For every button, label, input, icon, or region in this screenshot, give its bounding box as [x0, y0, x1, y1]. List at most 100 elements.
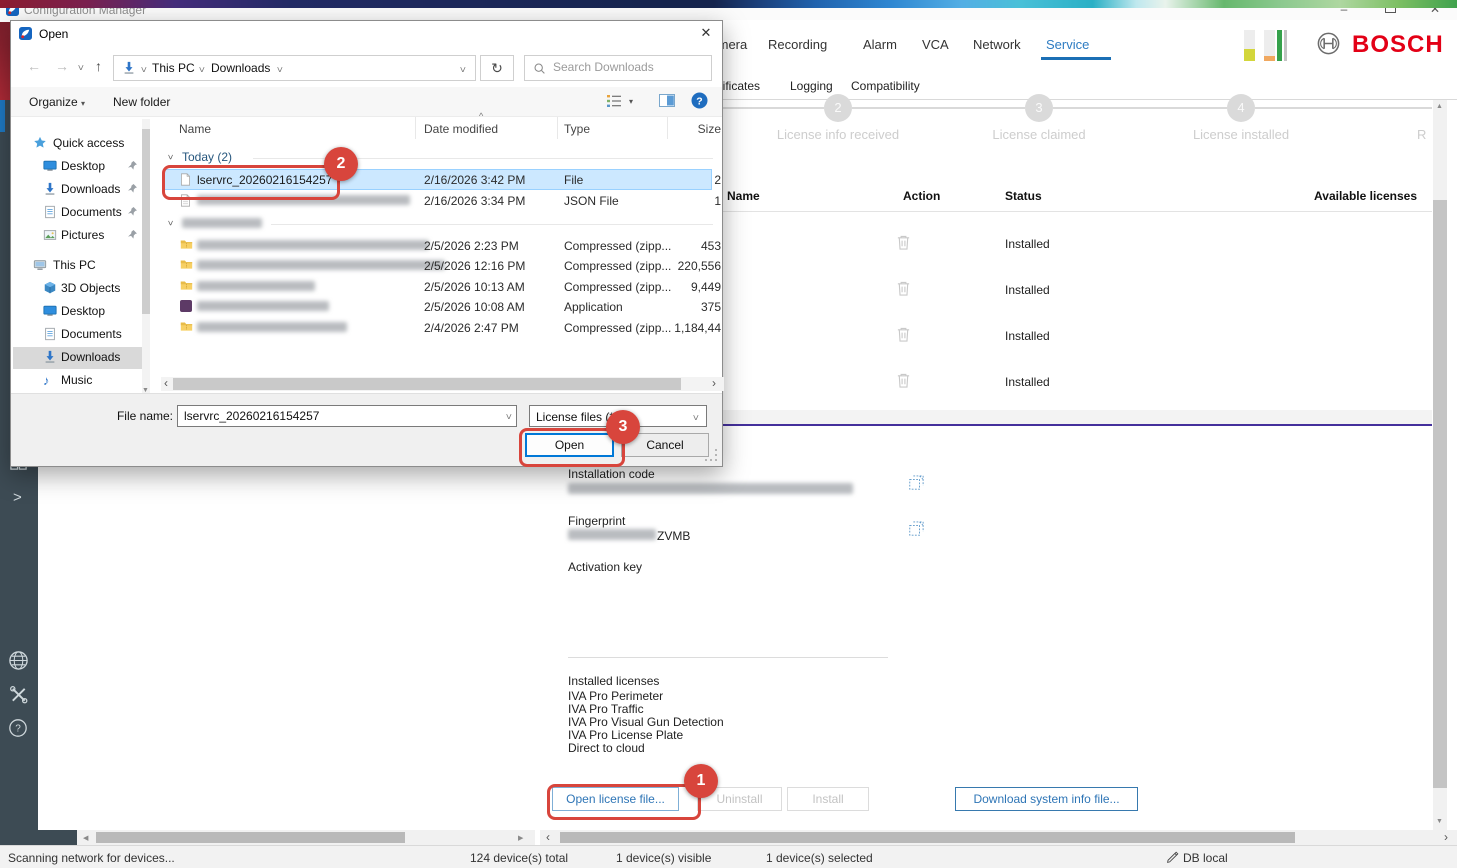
forward-icon[interactable]: → — [55, 58, 69, 74]
left-accent-red — [0, 22, 10, 100]
step-label: License claimed — [929, 127, 1149, 142]
crumb-separator-icon: > — [137, 67, 148, 73]
file-date: 2/16/2026 3:34 PM — [424, 194, 525, 208]
file-col-size[interactable]: Size — [621, 122, 721, 136]
organize-menu[interactable]: Organize ▾ — [29, 95, 85, 109]
column-divider[interactable] — [557, 117, 558, 139]
file-col-name[interactable]: Name — [179, 122, 211, 136]
file-row[interactable]: 2/5/2026 12:16 PM Compressed (zipp... 22… — [161, 255, 724, 276]
subtab-logging[interactable]: Logging — [790, 79, 833, 93]
file-size: 220,556 — [621, 259, 721, 273]
collapse-icon[interactable]: > — [166, 154, 176, 159]
cube-icon — [43, 281, 57, 298]
trash-icon[interactable] — [896, 280, 911, 300]
tab-service[interactable]: Service — [1046, 37, 1089, 52]
sidebar-item-desktop[interactable]: Desktop — [13, 156, 142, 178]
tab-alarm[interactable]: Alarm — [863, 37, 897, 52]
sidebar-item-label: Pictures — [61, 228, 104, 242]
install-button[interactable]: Install — [787, 787, 869, 811]
file-row[interactable]: 2/5/2026 2:23 PM Compressed (zipp... 453 — [161, 235, 724, 256]
tab-recording[interactable]: Recording — [768, 37, 827, 52]
up-icon[interactable]: ↑ — [95, 58, 102, 74]
step-circle-4: 4 — [1227, 94, 1255, 122]
globe-icon[interactable] — [8, 650, 29, 674]
sidebar-item-quick-access[interactable]: Quick access — [13, 133, 142, 155]
trash-icon[interactable] — [896, 234, 911, 254]
left-hscrollbar-thumb[interactable] — [96, 832, 405, 843]
sidebar-item-downloads[interactable]: Downloads — [13, 179, 142, 201]
sidebar-item-documents[interactable]: Documents — [13, 324, 142, 346]
tab-vca[interactable]: VCA — [922, 37, 949, 52]
file-date: 2/5/2026 12:16 PM — [424, 259, 525, 273]
trash-icon[interactable] — [896, 326, 911, 346]
collapse-icon[interactable]: > — [166, 220, 176, 225]
file-row[interactable]: 2/5/2026 10:08 AM Application 375 — [161, 296, 724, 317]
tab-network[interactable]: Network — [973, 37, 1021, 52]
scroll-left-icon[interactable]: ‹ — [546, 830, 550, 844]
col-header-status[interactable]: Status — [1005, 189, 1042, 203]
status-visible-devices: 1 device(s) visible — [616, 851, 711, 865]
expand-rail-icon[interactable]: > — [13, 489, 22, 506]
resize-grip[interactable] — [705, 449, 719, 463]
sidebar-item-this-pc[interactable]: This PC — [13, 255, 142, 277]
annotation-step-3: 3 — [606, 410, 640, 444]
file-name-input[interactable] — [177, 405, 517, 427]
scroll-down-icon[interactable]: ▼ — [1436, 818, 1443, 825]
scroll-right-icon[interactable]: › — [1444, 830, 1448, 844]
sidebar-item-music[interactable]: ♪ Music — [13, 370, 142, 392]
help-icon[interactable]: ? — [8, 718, 28, 741]
scroll-right-icon[interactable]: › — [712, 376, 716, 390]
recent-locations-icon[interactable]: > — [74, 65, 85, 71]
sidebar-item-downloads[interactable]: Downloads — [13, 347, 142, 369]
file-col-type[interactable]: Type — [564, 122, 590, 136]
trash-icon[interactable] — [896, 372, 911, 392]
bosch-logo-mark — [1316, 31, 1341, 59]
vertical-scrollbar-thumb[interactable] — [1433, 200, 1447, 788]
pictures-icon — [43, 228, 57, 245]
sidebar-item-label: Desktop — [61, 159, 105, 173]
download-system-info-file-button[interactable]: Download system info file... — [955, 787, 1138, 811]
column-divider[interactable] — [415, 117, 416, 139]
scroll-right-icon[interactable]: ▶ — [518, 834, 523, 842]
scroll-up-icon[interactable]: ▲ — [1436, 103, 1443, 110]
col-header-name[interactable]: Name — [727, 189, 760, 203]
column-divider[interactable] — [667, 117, 668, 139]
fingerprint-label: Fingerprint — [568, 514, 625, 528]
bosch-supergraphic-stripe — [0, 0, 1457, 8]
sidebar-scrollbar-thumb[interactable] — [142, 129, 150, 314]
file-group-header[interactable]: > — [161, 214, 724, 234]
status-selected-devices: 1 device(s) selected — [766, 851, 873, 865]
sidebar-item-label: Quick access — [53, 136, 124, 150]
copy-icon[interactable] — [908, 475, 924, 494]
fingerprint-redacted — [568, 529, 656, 540]
file-col-date[interactable]: Date modified — [424, 122, 498, 136]
copy-icon[interactable] — [908, 521, 924, 540]
sidebar-item-label: Downloads — [61, 182, 120, 196]
file-name-dropdown-icon[interactable]: > — [502, 414, 513, 420]
back-icon[interactable]: ← — [27, 58, 41, 74]
file-name-redacted — [197, 260, 445, 270]
file-list-hscrollbar-thumb[interactable] — [173, 378, 681, 390]
col-header-available-licenses[interactable]: Available licenses — [1200, 189, 1417, 203]
col-header-action[interactable]: Action — [903, 189, 940, 203]
right-hscrollbar-thumb[interactable] — [560, 832, 1295, 843]
sidebar-item-desktop[interactable]: Desktop — [13, 301, 142, 323]
annotation-highlight-open-license — [547, 784, 701, 820]
sidebar-item-documents[interactable]: Documents — [13, 202, 142, 224]
file-date: 2/5/2026 10:13 AM — [424, 280, 525, 294]
tools-icon[interactable] — [8, 684, 29, 708]
activation-key-label: Activation key — [568, 560, 642, 574]
sidebar-item-3d-objects[interactable]: 3D Objects — [13, 278, 142, 300]
sidebar-item-pictures[interactable]: Pictures — [13, 225, 142, 247]
scroll-left-icon[interactable]: ◀ — [83, 834, 88, 842]
subtab-compatibility[interactable]: Compatibility — [851, 79, 920, 93]
file-name-redacted — [197, 240, 429, 250]
annotation-highlight-file — [162, 165, 340, 200]
file-type-dropdown-icon: > — [689, 415, 700, 421]
file-size: 1 — [621, 194, 721, 208]
file-row[interactable]: 2/5/2026 10:13 AM Compressed (zipp... 9,… — [161, 276, 724, 297]
pin-icon — [127, 183, 138, 197]
file-row[interactable]: 2/4/2026 2:47 PM Compressed (zipp... 1,1… — [161, 317, 724, 338]
license-status: Installed — [1005, 283, 1050, 297]
scroll-left-icon[interactable]: ‹ — [164, 376, 168, 390]
